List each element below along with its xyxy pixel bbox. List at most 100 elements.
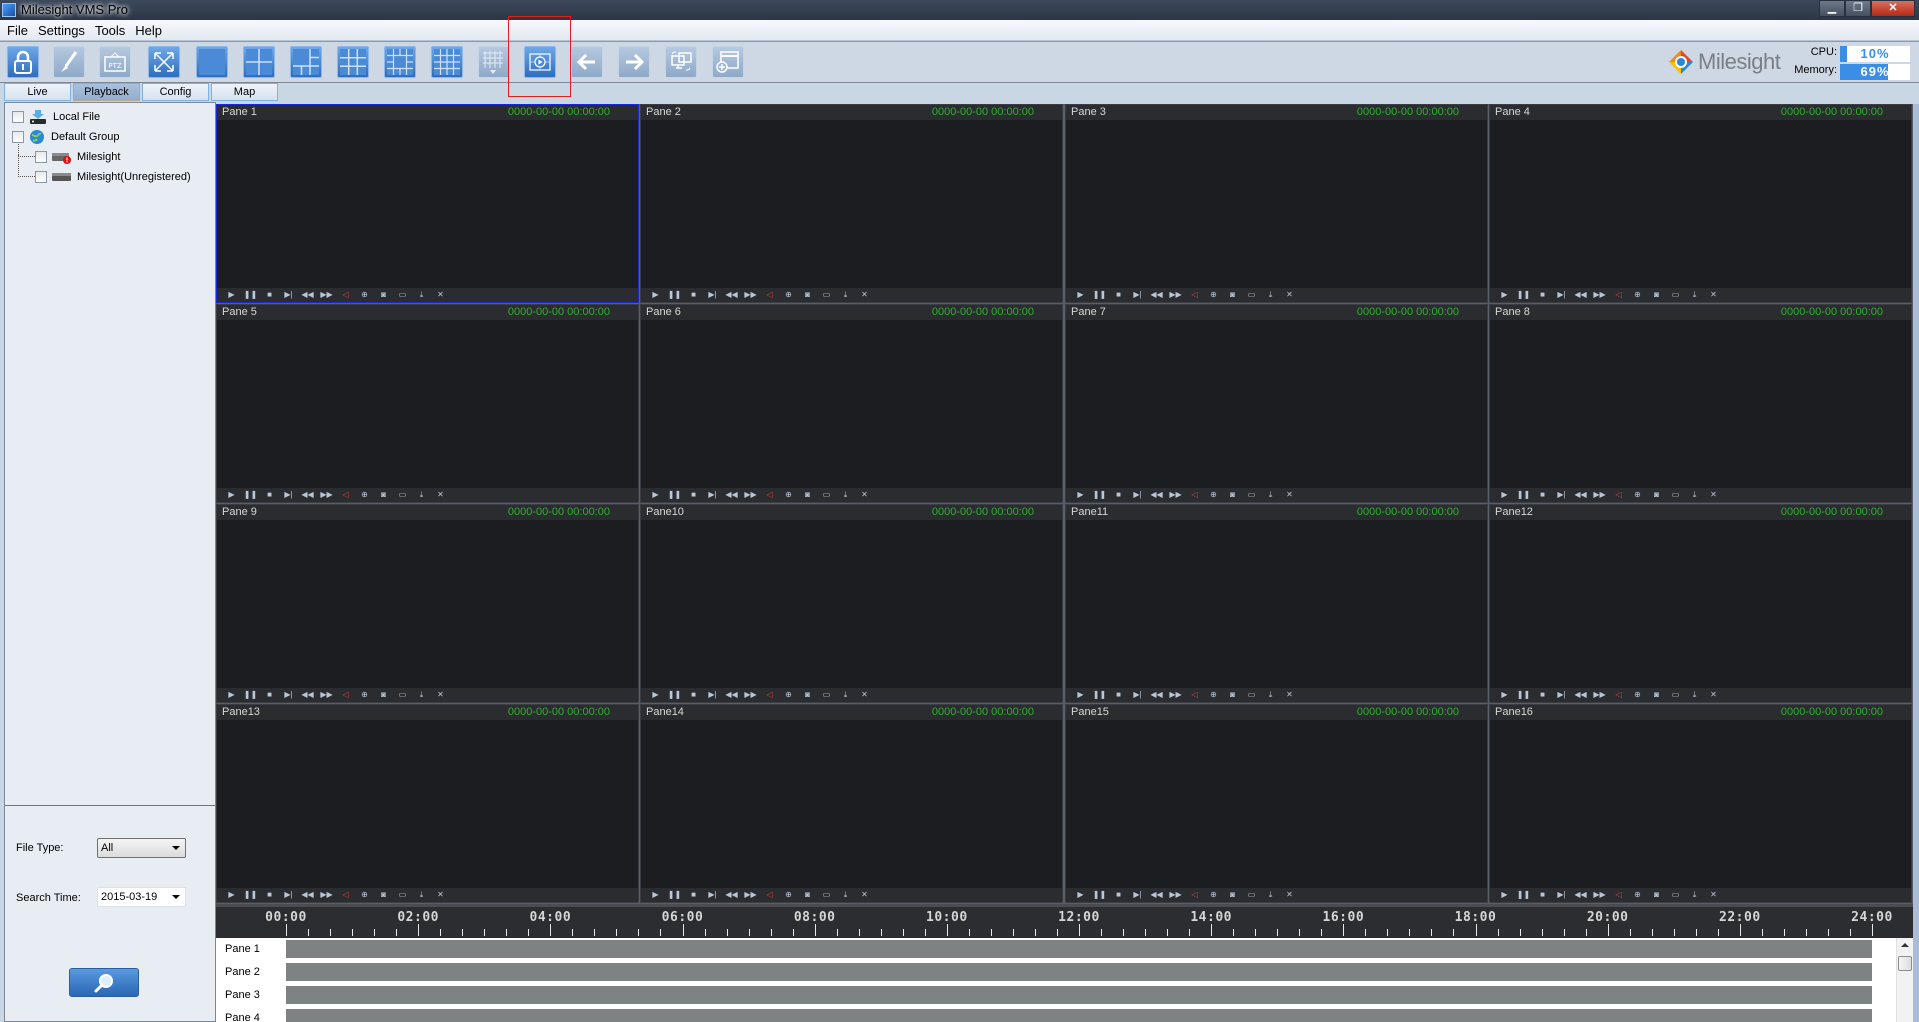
audio-muted-icon[interactable]: ◁ bbox=[336, 490, 355, 500]
snapshot-icon[interactable]: ◙ bbox=[1647, 890, 1666, 900]
stop-icon[interactable]: ■ bbox=[1533, 290, 1552, 300]
close-pane-icon[interactable]: ✕ bbox=[1280, 890, 1299, 900]
video-pane[interactable]: Pane 3 0000-00-00 00:00:00 ▶ ❚❚ ■ ▶| ◀◀ ▶▶ ◁ ⊕ ◙ ▭ ⤓… bbox=[1065, 104, 1488, 303]
step-forward-icon[interactable]: ▶| bbox=[1128, 890, 1147, 900]
record-icon[interactable]: ▭ bbox=[1666, 890, 1685, 900]
snapshot-icon[interactable]: ◙ bbox=[1647, 690, 1666, 700]
tree-checkbox[interactable] bbox=[12, 131, 24, 143]
record-icon[interactable]: ▭ bbox=[1242, 290, 1261, 300]
play-icon[interactable]: ▶ bbox=[222, 490, 241, 500]
record-icon[interactable]: ▭ bbox=[817, 490, 836, 500]
rewind-icon[interactable]: ◀◀ bbox=[722, 490, 741, 500]
play-icon[interactable]: ▶ bbox=[1071, 690, 1090, 700]
audio-muted-icon[interactable]: ◁ bbox=[760, 890, 779, 900]
play-icon[interactable]: ▶ bbox=[1495, 890, 1514, 900]
close-button[interactable]: ✕ bbox=[1871, 0, 1915, 17]
snapshot-icon[interactable]: ◙ bbox=[374, 890, 393, 900]
close-pane-icon[interactable]: ✕ bbox=[1280, 290, 1299, 300]
menu-settings[interactable]: Settings bbox=[38, 20, 91, 40]
track-bar[interactable] bbox=[286, 940, 1872, 958]
close-pane-icon[interactable]: ✕ bbox=[431, 890, 450, 900]
rewind-icon[interactable]: ◀◀ bbox=[298, 890, 317, 900]
close-pane-icon[interactable]: ✕ bbox=[1704, 690, 1723, 700]
audio-muted-icon[interactable]: ◁ bbox=[1609, 290, 1628, 300]
fast-forward-icon[interactable]: ▶▶ bbox=[1166, 890, 1185, 900]
stop-icon[interactable]: ■ bbox=[1109, 290, 1128, 300]
video-pane[interactable]: Pane 7 0000-00-00 00:00:00 ▶ ❚❚ ■ ▶| ◀◀ ▶▶ ◁ ⊕ ◙ ▭ ⤓… bbox=[1065, 304, 1488, 503]
step-forward-icon[interactable]: ▶| bbox=[279, 690, 298, 700]
ptz-button[interactable]: PTZ bbox=[99, 46, 131, 78]
tree-item-milesight-unregistered[interactable]: Milesight(Unregistered) bbox=[35, 168, 191, 186]
fast-forward-icon[interactable]: ▶▶ bbox=[1166, 490, 1185, 500]
playback-sync-button[interactable] bbox=[524, 46, 556, 78]
stop-icon[interactable]: ■ bbox=[1109, 890, 1128, 900]
fast-forward-icon[interactable]: ▶▶ bbox=[1166, 690, 1185, 700]
track-row[interactable]: Pane 3 bbox=[216, 986, 1896, 1005]
rewind-icon[interactable]: ◀◀ bbox=[722, 890, 741, 900]
audio-muted-icon[interactable]: ◁ bbox=[336, 290, 355, 300]
download-icon[interactable]: ⤓ bbox=[1685, 690, 1704, 700]
close-pane-icon[interactable]: ✕ bbox=[855, 890, 874, 900]
tree-item-milesight[interactable]: Milesight bbox=[35, 148, 120, 166]
snapshot-icon[interactable]: ◙ bbox=[798, 890, 817, 900]
record-icon[interactable]: ▭ bbox=[1666, 690, 1685, 700]
scroll-thumb[interactable] bbox=[1898, 956, 1912, 971]
rewind-icon[interactable]: ◀◀ bbox=[722, 690, 741, 700]
pause-icon[interactable]: ❚❚ bbox=[241, 690, 260, 700]
close-pane-icon[interactable]: ✕ bbox=[1280, 690, 1299, 700]
pause-icon[interactable]: ❚❚ bbox=[1514, 290, 1533, 300]
video-pane[interactable]: Pane 9 0000-00-00 00:00:00 ▶ ❚❚ ■ ▶| ◀◀ ▶▶ ◁ ⊕ ◙ ▭ ⤓… bbox=[216, 504, 639, 703]
close-pane-icon[interactable]: ✕ bbox=[855, 290, 874, 300]
download-icon[interactable]: ⤓ bbox=[836, 890, 855, 900]
record-icon[interactable]: ▭ bbox=[393, 290, 412, 300]
snapshot-icon[interactable]: ◙ bbox=[374, 490, 393, 500]
digital-zoom-icon[interactable]: ⊕ bbox=[355, 890, 374, 900]
snapshot-icon[interactable]: ◙ bbox=[374, 290, 393, 300]
record-icon[interactable]: ▭ bbox=[1242, 490, 1261, 500]
previous-page-button[interactable] bbox=[571, 46, 603, 78]
record-icon[interactable]: ▭ bbox=[1242, 890, 1261, 900]
pause-icon[interactable]: ❚❚ bbox=[1090, 890, 1109, 900]
video-pane[interactable]: Pane10 0000-00-00 00:00:00 ▶ ❚❚ ■ ▶| ◀◀ ▶▶ ◁ ⊕ ◙ ▭ ⤓… bbox=[640, 504, 1063, 703]
step-forward-icon[interactable]: ▶| bbox=[703, 690, 722, 700]
digital-zoom-icon[interactable]: ⊕ bbox=[779, 690, 798, 700]
fast-forward-icon[interactable]: ▶▶ bbox=[741, 290, 760, 300]
digital-zoom-icon[interactable]: ⊕ bbox=[1204, 690, 1223, 700]
layout-more-button[interactable] bbox=[478, 46, 510, 78]
stop-icon[interactable]: ■ bbox=[1533, 690, 1552, 700]
audio-muted-icon[interactable]: ◁ bbox=[336, 890, 355, 900]
play-icon[interactable]: ▶ bbox=[222, 890, 241, 900]
rewind-icon[interactable]: ◀◀ bbox=[298, 690, 317, 700]
next-page-button[interactable] bbox=[618, 46, 650, 78]
record-icon[interactable]: ▭ bbox=[393, 890, 412, 900]
stop-icon[interactable]: ■ bbox=[1109, 690, 1128, 700]
download-icon[interactable]: ⤓ bbox=[836, 290, 855, 300]
play-icon[interactable]: ▶ bbox=[1495, 290, 1514, 300]
audio-muted-icon[interactable]: ◁ bbox=[760, 690, 779, 700]
rewind-icon[interactable]: ◀◀ bbox=[1147, 690, 1166, 700]
file-type-select[interactable]: All bbox=[97, 838, 186, 858]
record-icon[interactable]: ▭ bbox=[1666, 290, 1685, 300]
close-pane-icon[interactable]: ✕ bbox=[1704, 290, 1723, 300]
download-icon[interactable]: ⤓ bbox=[1261, 690, 1280, 700]
rewind-icon[interactable]: ◀◀ bbox=[722, 290, 741, 300]
fast-forward-icon[interactable]: ▶▶ bbox=[741, 890, 760, 900]
stop-icon[interactable]: ■ bbox=[260, 290, 279, 300]
snapshot-icon[interactable]: ◙ bbox=[1647, 490, 1666, 500]
close-pane-icon[interactable]: ✕ bbox=[855, 690, 874, 700]
tab-config[interactable]: Config bbox=[142, 83, 209, 101]
layout-4-button[interactable] bbox=[243, 46, 275, 78]
switch-monitor-button[interactable] bbox=[665, 46, 697, 78]
audio-muted-icon[interactable]: ◁ bbox=[760, 490, 779, 500]
video-pane[interactable]: Pane 5 0000-00-00 00:00:00 ▶ ❚❚ ■ ▶| ◀◀ ▶▶ ◁ ⊕ ◙ ▭ ⤓… bbox=[216, 304, 639, 503]
play-icon[interactable]: ▶ bbox=[1495, 490, 1514, 500]
stop-icon[interactable]: ■ bbox=[684, 490, 703, 500]
download-icon[interactable]: ⤓ bbox=[412, 490, 431, 500]
track-bar[interactable] bbox=[286, 1009, 1872, 1022]
play-icon[interactable]: ▶ bbox=[646, 290, 665, 300]
fast-forward-icon[interactable]: ▶▶ bbox=[1590, 490, 1609, 500]
step-forward-icon[interactable]: ▶| bbox=[703, 290, 722, 300]
snapshot-icon[interactable]: ◙ bbox=[1223, 290, 1242, 300]
track-bar[interactable] bbox=[286, 963, 1872, 981]
pause-icon[interactable]: ❚❚ bbox=[665, 890, 684, 900]
